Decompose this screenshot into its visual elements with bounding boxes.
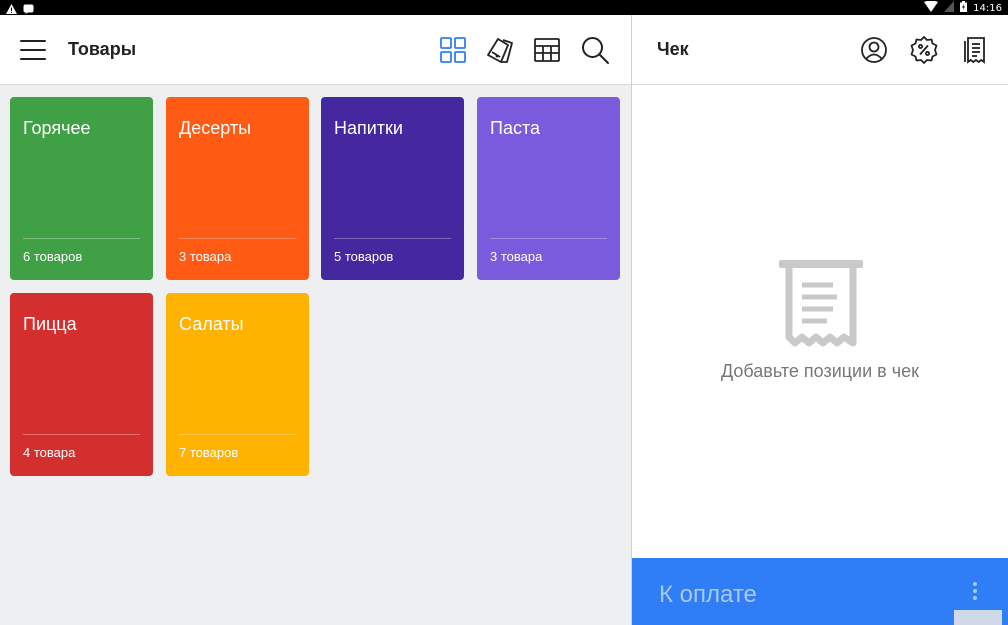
tile-divider <box>179 434 296 435</box>
category-tile[interactable]: Паста 3 товара <box>477 97 620 280</box>
category-name: Паста <box>490 118 541 138</box>
table-icon[interactable] <box>532 35 562 65</box>
category-name: Горячее <box>23 118 91 138</box>
battery-icon <box>960 1 968 16</box>
pay-label: К оплате <box>659 581 757 608</box>
palette-icon[interactable] <box>485 35 515 65</box>
category-count: 6 товаров <box>23 249 83 264</box>
products-header: Товары <box>0 15 631 85</box>
receipts-icon[interactable] <box>960 35 990 65</box>
grid-icon[interactable] <box>438 35 468 65</box>
category-count: 3 товара <box>179 249 232 264</box>
search-icon[interactable] <box>580 35 610 65</box>
receipt-header: Чек <box>632 15 1008 85</box>
products-pane: Товары Горячее 6 товаров Десерты 3 товар… <box>0 15 631 625</box>
page-title: Товары <box>68 39 137 59</box>
signal-icon <box>944 1 955 16</box>
category-tile[interactable]: Горячее 6 товаров <box>10 97 153 280</box>
category-tile[interactable]: Десерты 3 товара <box>166 97 309 280</box>
empty-receipt-text: Добавьте позиции в чек <box>720 361 919 381</box>
category-tile[interactable]: Салаты 7 товаров <box>166 293 309 476</box>
wifi-icon <box>924 0 939 16</box>
tile-divider <box>334 238 451 239</box>
category-name: Салаты <box>179 314 244 334</box>
receipt-pane: Чек Добавьте позиции в чек К оплате <box>632 15 1008 625</box>
pay-button[interactable]: К оплате <box>632 558 1008 625</box>
customer-icon[interactable] <box>859 35 889 65</box>
tile-divider <box>23 434 140 435</box>
category-count: 7 товаров <box>179 445 239 460</box>
category-tile[interactable]: Пицца 4 товара <box>10 293 153 476</box>
category-count: 3 товара <box>490 249 543 264</box>
discount-icon[interactable] <box>909 35 939 65</box>
category-count: 4 товара <box>23 445 76 460</box>
status-bar: 14:16 <box>0 0 1008 15</box>
category-name: Пицца <box>23 314 77 334</box>
category-count: 5 товаров <box>334 249 394 264</box>
empty-receipt-icon <box>777 257 865 349</box>
tile-divider <box>23 238 140 239</box>
menu-icon[interactable] <box>20 37 48 63</box>
category-tile[interactable]: Напитки 5 товаров <box>321 97 464 280</box>
tooltip-chip <box>954 610 1002 625</box>
receipt-title: Чек <box>657 39 689 59</box>
category-name: Десерты <box>179 118 252 138</box>
tile-divider <box>490 238 607 239</box>
category-name: Напитки <box>334 118 403 138</box>
clock: 14:16 <box>973 3 1002 14</box>
more-icon[interactable] <box>970 582 980 602</box>
tile-divider <box>179 238 296 239</box>
